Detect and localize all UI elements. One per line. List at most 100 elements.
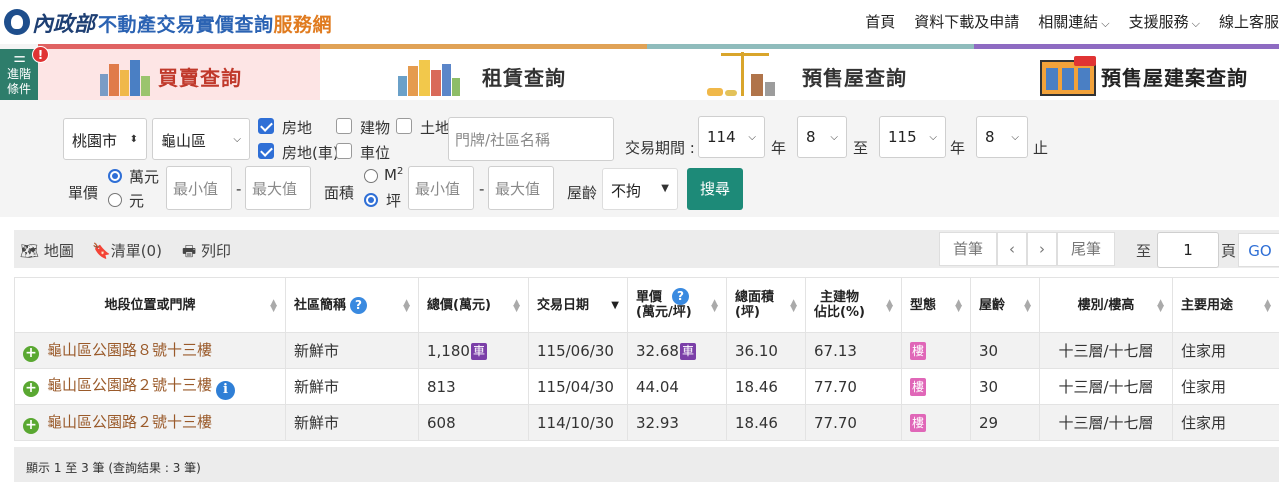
column-header-total-area[interactable]: 總面積 (坪) ▲ ▼ — [726, 277, 806, 333]
column-header-main-ratio[interactable]: 主建物 佔比(%) ▲ ▼ — [805, 277, 902, 333]
print-button[interactable]: 🖶 列印 — [182, 240, 231, 266]
last-page-button[interactable]: 尾筆 — [1057, 232, 1115, 266]
city-select[interactable]: 桃園市 ⬍ — [63, 118, 147, 160]
cell-unit-price: 32.93 — [627, 404, 727, 441]
results-toolbar: 🗺 地圖 🔖清單(0) 🖶 列印 首筆 ‹ › 尾筆 至 1 頁 GO — [14, 230, 1279, 268]
map-button[interactable]: 🗺 地圖 — [20, 240, 74, 261]
checkbox-parking[interactable] — [336, 143, 352, 159]
column-header-label: 型態 — [910, 297, 937, 313]
chevron-down-icon: ⌵ — [1191, 17, 1200, 30]
checkbox-land[interactable] — [396, 118, 412, 134]
tab-presale-project-query[interactable]: 預售屋建案查詢 — [974, 44, 1279, 100]
address-link[interactable]: 龜山區公園路２號十三樓 — [47, 376, 212, 394]
go-button[interactable]: GO — [1238, 233, 1279, 267]
column-header-floor[interactable]: 樓別/樓高 ▲ ▼ — [1039, 277, 1173, 333]
radio-area-square-meter[interactable] — [364, 169, 378, 183]
info-icon[interactable]: i — [216, 380, 236, 400]
end-year-select[interactable]: 115 ⌵ — [879, 116, 946, 158]
cell-age: 29 — [970, 404, 1040, 441]
bookmark-icon: 🔖 — [92, 242, 111, 260]
site-title-suffix: 服務網 — [273, 14, 333, 36]
expand-plus-icon[interactable]: + — [23, 380, 39, 397]
chevron-down-icon: ⌵ — [748, 132, 756, 143]
cell-type: 樓 — [901, 404, 971, 441]
tab-rent-label: 租賃查詢 — [482, 66, 566, 90]
unit-price-max-input[interactable]: 最大值 — [245, 166, 311, 210]
house-age-label: 屋齡 — [567, 184, 598, 202]
expand-plus-icon[interactable]: + — [23, 346, 39, 362]
list-button[interactable]: 🔖清單(0) — [92, 240, 162, 261]
nav-home[interactable]: 首頁 — [865, 11, 895, 32]
checkbox-building[interactable] — [336, 118, 352, 134]
site-title[interactable]: 不動產交易實價查詢服務網 — [98, 10, 332, 37]
table-row[interactable]: + 龜山區公園路２號十三樓 新鮮市 608 114/10/30 32.93 18.… — [14, 404, 1279, 441]
ministry-name[interactable]: 內政部 — [32, 8, 95, 38]
radio-unit-ten-thousand[interactable] — [108, 169, 122, 183]
help-icon[interactable]: ? — [672, 288, 689, 305]
checkbox-land-building-parking[interactable] — [258, 143, 274, 159]
radio-area-ping[interactable] — [364, 193, 378, 207]
tab-sale-query[interactable]: 買賣查詢 — [38, 44, 320, 100]
first-page-button[interactable]: 首筆 — [939, 232, 997, 266]
column-header-age[interactable]: 屋齡 ▲ ▼ — [970, 277, 1040, 333]
sort-desc-icon: ▼ — [611, 300, 619, 311]
checkbox-building-label: 建物 — [360, 119, 391, 137]
alert-badge-icon: ! — [32, 46, 49, 63]
area-min-input[interactable]: 最小值 — [408, 166, 474, 210]
address-link[interactable]: 龜山區公園路８號十三樓 — [47, 341, 212, 359]
column-header-community[interactable]: 社區簡稱? ▲ ▼ — [285, 277, 419, 333]
cell-main-ratio: 67.13 — [805, 332, 902, 369]
next-page-button[interactable]: › — [1027, 232, 1057, 266]
tab-presale-query[interactable]: 預售屋查詢 — [647, 44, 974, 100]
page-number-input[interactable]: 1 — [1157, 232, 1219, 268]
unit-price-min-input[interactable]: 最小值 — [166, 166, 232, 210]
sort-icon: ▲ ▼ — [513, 298, 520, 314]
cell-address[interactable]: + 龜山區公園路８號十三樓 — [14, 332, 286, 369]
house-age-select[interactable]: 不拘 ▼ — [602, 168, 678, 210]
end-month-select[interactable]: 8 ⌵ — [976, 116, 1028, 158]
nav-support[interactable]: 支援服務 ⌵ — [1129, 11, 1200, 32]
district-select[interactable]: 龜山區 ⌵ — [152, 118, 250, 160]
new-project-building-icon — [1040, 54, 1096, 96]
address-community-input[interactable]: 門牌/社區名稱 — [448, 117, 614, 161]
radio-unit-dollar[interactable] — [108, 193, 122, 207]
column-header-label: 社區簡稱 — [294, 297, 347, 313]
start-year-select[interactable]: 114 ⌵ — [698, 116, 765, 158]
checkbox-land-label: 土地 — [420, 119, 451, 137]
column-header-date[interactable]: 交易日期 ▼ — [528, 277, 628, 333]
nav-online-service[interactable]: 線上客服 — [1219, 11, 1279, 32]
prev-page-button[interactable]: ‹ — [997, 232, 1027, 266]
help-icon[interactable]: ? — [350, 296, 368, 314]
chevron-down-icon: ⌵ — [830, 132, 838, 143]
nav-download[interactable]: 資料下載及申請 — [914, 11, 1019, 32]
column-header-total-price[interactable]: 總價(萬元) ▲ ▼ — [418, 277, 529, 333]
column-header-unit-price[interactable]: 單價 (萬元/坪)? ▲ ▼ — [627, 277, 727, 333]
table-row[interactable]: + 龜山區公園路８號十三樓 新鮮市 1,180 車 115/06/30 32.68 車… — [14, 332, 1279, 369]
column-header-label: 主建物 佔比(%) — [814, 290, 865, 320]
results-footer: 顯示 1 至 3 筆 (查詢結果 : 3 筆) — [14, 447, 1279, 482]
cell-floor: 十三層/十七層 — [1039, 368, 1173, 405]
radio-area-m-sup: 2 — [396, 166, 404, 177]
print-label: 列印 — [200, 242, 231, 260]
area-max-input[interactable]: 最大值 — [488, 166, 554, 210]
checkbox-land-building[interactable] — [258, 118, 274, 134]
cell-usage: 住家用 — [1172, 332, 1279, 369]
cell-address[interactable]: + 龜山區公園路２號十三樓 — [14, 404, 286, 441]
search-button[interactable]: 搜尋 — [687, 168, 743, 210]
expand-plus-icon[interactable]: + — [23, 418, 39, 434]
nav-related-links[interactable]: 相關連結 ⌵ — [1038, 11, 1109, 32]
ministry-emblem-icon[interactable] — [4, 9, 30, 35]
column-header-type[interactable]: 型態 ▲ ▼ — [901, 277, 971, 333]
address-link[interactable]: 龜山區公園路２號十三樓 — [47, 413, 212, 431]
table-row[interactable]: + 龜山區公園路２號十三樓 i 新鮮市 813 115/04/30 44.04 18… — [14, 368, 1279, 405]
area-label: 面積 — [324, 184, 355, 202]
list-label: 清單(0) — [110, 242, 162, 260]
column-header-usage[interactable]: 主要用途 ▲ ▼ — [1172, 277, 1279, 333]
tab-rent-query[interactable]: 租賃查詢 — [320, 44, 647, 100]
column-header-address[interactable]: 地段位置或門牌 ▲ ▼ — [14, 277, 286, 333]
cell-date: 114/10/30 — [528, 404, 628, 441]
radio-area-m-text: M — [384, 166, 397, 184]
start-month-select[interactable]: 8 ⌵ — [797, 116, 847, 158]
cell-area: 18.46 — [726, 368, 806, 405]
cell-address[interactable]: + 龜山區公園路２號十三樓 i — [14, 368, 286, 405]
